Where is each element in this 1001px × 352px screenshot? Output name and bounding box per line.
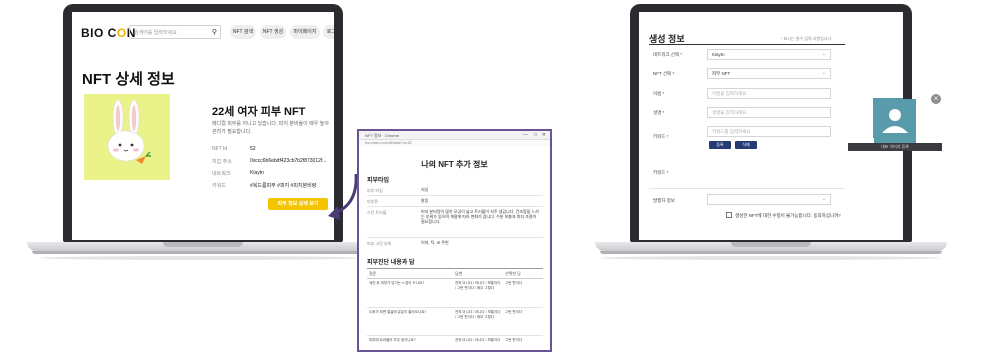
diagnosis-table: 질문 답변 선택한 답 세안 후 피부가 당기는 느낌이 드나요? 전혀 아니다… (367, 268, 543, 349)
right-laptop-notch (731, 242, 811, 247)
keyword-delete-button[interactable]: 삭제 (735, 141, 757, 149)
table-row-answer: 전혀 아니다 / 아니다 / 보통이다 / 그런 편이다 / 매우 그렇다 (455, 281, 501, 290)
left-laptop-screen: BIO CON 검색어를 입력하세요 ⚲ NFT 검색 NFT 생성 마이페이지… (72, 12, 334, 240)
left-laptop-notch (163, 242, 243, 247)
keyword-input-label: 키워드 * (653, 134, 669, 139)
chevron-down-icon[interactable]: ⌄ (822, 50, 826, 59)
floor-shadow (600, 256, 940, 260)
right-laptop-lid: 생성 정보 * 표시는 필수 입력 사항입니다. 네트워크 선택 * Klayt… (630, 4, 912, 242)
nav-mypage[interactable]: 마이페이지 (290, 25, 320, 39)
keyword-list-label: 키워드 * (653, 170, 669, 175)
description-input-label: 설명 * (653, 110, 665, 115)
popup-minimize-icon[interactable]: — (523, 131, 528, 140)
field-skin-type-value: 지성 (421, 187, 429, 192)
table-header-question: 질문 (369, 271, 377, 276)
table-row-selected: 그런 편이다 (505, 338, 523, 342)
left-laptop-lid: BIO CON 검색어를 입력하세요 ⚲ NFT 검색 NFT 생성 마이페이지… (63, 4, 343, 242)
nft-select-label: NFT 선택 * (653, 71, 675, 76)
wallet-label: 지갑 주소 (212, 159, 232, 165)
chevron-down-icon[interactable]: ⌄ (822, 69, 826, 78)
field-trouble-label: 스킨 트러블 (367, 210, 387, 215)
rabbit-illustration (107, 99, 151, 164)
popup-title: 나의 NFT 추가 정보 (421, 160, 488, 169)
nft-select-value: 피부 NFT (712, 71, 731, 76)
table-divider (367, 278, 543, 279)
table-row-question: 세안 후 피부가 당기는 느낌이 드나요? (369, 281, 425, 285)
popup-maximize-icon[interactable]: □ (534, 131, 537, 140)
owner-info-label: 발행자 정보 (653, 198, 675, 203)
form-divider (649, 188, 845, 189)
table-header-answer: 답변 (455, 271, 463, 276)
network-value: Klaytn (250, 170, 264, 176)
nft-description: 메디컬 피부를 지니고 있습니다. 피지 분비율이 매우 높아 관리가 필요합니… (212, 121, 329, 135)
divider (367, 237, 543, 238)
network-label: 네트워크 (212, 171, 231, 177)
nft-id-value: 52 (250, 146, 256, 152)
network-select-label: 네트워크 선택 * (653, 52, 683, 57)
user-icon (882, 109, 908, 133)
keyword-input[interactable]: 키워드를 입력하세요 (707, 126, 831, 137)
table-row-answer: 전혀 아니다 / 아니다 / 보통이다 / 그런 편이다 / 매우 그렇다 (455, 310, 501, 319)
nft-select[interactable]: 피부 NFT ⌄ (707, 68, 831, 79)
chevron-down-icon[interactable]: ⌄ (822, 195, 826, 204)
field-skin-tone-value: 밝음 (421, 198, 429, 203)
field-skin-tone-label: 피부톤 (367, 199, 379, 204)
network-select[interactable]: Klaytn ⌄ (707, 49, 831, 60)
nav-nft-create[interactable]: NFT 생성 (260, 25, 286, 39)
search-placeholder: 검색어를 입력하세요 (134, 30, 177, 36)
name-input-label: 이름 * (653, 91, 665, 96)
wallet-value: 0xccc6b6ebdf423cb7b2f873012f... (250, 158, 327, 164)
nav-logout[interactable]: 로그아웃 (323, 25, 334, 39)
popup-section-diagnosis: 피부진단 내용과 답 (367, 260, 415, 266)
table-row-answer: 전혀 아니다 / 아니다 / 보통이다 (455, 338, 501, 342)
image-upload-caption[interactable]: 대표 이미지 등록 (848, 143, 942, 151)
form-divider (649, 44, 845, 45)
right-laptop-screen: 생성 정보 * 표시는 필수 입력 사항입니다. 네트워크 선택 * Klayt… (639, 12, 903, 240)
search-icon[interactable]: ⚲ (212, 26, 217, 40)
nft-info-popup: NFT 정보 · Chrome — □ ✕ bio-chain.com/nft/… (357, 129, 552, 352)
search-input[interactable]: 검색어를 입력하세요 ⚲ (129, 25, 221, 39)
keyword-label: 키워드 (212, 183, 226, 189)
left-laptop-base-edge (32, 251, 374, 254)
field-trouble-value: 피지 분비량이 많아 모공이 넓고 트러블이 자주 생깁니다. 건조함을 느끼는… (421, 209, 539, 224)
page-title: NFT 상세 정보 (82, 71, 175, 88)
floor-shadow (40, 256, 360, 260)
nft-image (84, 94, 170, 180)
name-input[interactable]: 이름을 입력하세요 (707, 88, 831, 99)
nft-id-label: NFT Id (212, 146, 228, 152)
field-concern-value: 이마, 턱, 코 주변 (421, 240, 449, 245)
close-icon[interactable]: × (931, 94, 941, 104)
table-row-selected: 그런 편이다 (505, 310, 523, 314)
nft-title: 22세 여자 피부 NFT (212, 106, 306, 118)
site-logo[interactable]: BIO CON (81, 26, 136, 40)
table-divider (367, 307, 543, 308)
table-row-question: 피부에 트러블이 자주 생기나요? (369, 338, 416, 342)
table-header-selected: 선택한 답 (505, 271, 521, 276)
keyword-register-button[interactable]: 등록 (709, 141, 731, 149)
popup-section-skin-type: 피부타입 (367, 178, 390, 184)
divider (367, 206, 543, 207)
field-concern-label: 피부 고민 부위 (367, 241, 392, 246)
consent-label: 생성한 NFT에 대한 수정이 불가능합니다. 동의하십니까? (735, 213, 841, 218)
network-select-value: Klaytn (712, 52, 725, 57)
right-laptop-base-edge (600, 251, 942, 254)
table-row-selected: 그런 편이다 (505, 281, 523, 285)
nav-nft-search[interactable]: NFT 검색 (230, 25, 256, 39)
field-skin-type-label: 피부 타입 (367, 188, 383, 193)
popup-window-title: NFT 정보 · Chrome (365, 133, 399, 138)
description-input[interactable]: 설명을 입력하세요 (707, 107, 831, 118)
popup-titlebar: NFT 정보 · Chrome — □ ✕ (359, 131, 550, 140)
popup-close-icon[interactable]: ✕ (542, 131, 546, 140)
image-upload-preview[interactable] (874, 99, 916, 143)
owner-info-select[interactable]: ⌄ (707, 194, 831, 205)
table-row-question: 오후가 되면 얼굴에 유분이 올라오나요? (369, 310, 427, 314)
consent-checkbox[interactable] (726, 212, 732, 218)
table-divider (367, 335, 543, 336)
required-note: * 표시는 필수 입력 사항입니다. (781, 36, 833, 41)
popup-address-bar[interactable]: bio-chain.com/nft/detail?id=52 (359, 140, 550, 146)
divider (367, 195, 543, 196)
